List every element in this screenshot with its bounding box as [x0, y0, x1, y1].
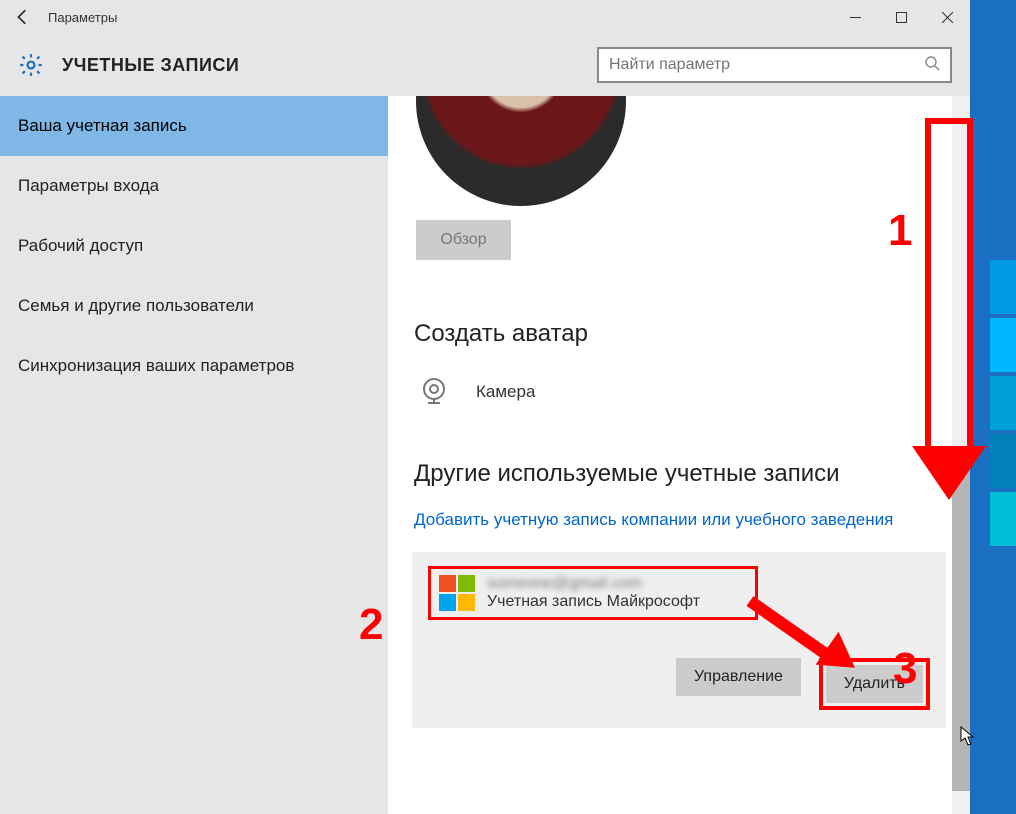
header-row: УЧЕТНЫЕ ЗАПИСИ	[0, 34, 970, 96]
maximize-icon	[896, 12, 907, 23]
minimize-icon	[850, 12, 861, 23]
scrollbar-track[interactable]	[952, 96, 970, 814]
browse-button[interactable]: Обзор	[416, 220, 511, 260]
annotation-number-3: 3	[893, 644, 917, 694]
camera-icon	[414, 372, 454, 412]
search-box[interactable]	[597, 47, 952, 83]
annotation-number-1: 1	[888, 206, 912, 256]
section-heading: УЧЕТНЫЕ ЗАПИСИ	[18, 52, 239, 78]
close-button[interactable]	[924, 0, 970, 34]
sidebar: Ваша учетная запись Параметры входа Рабо…	[0, 96, 388, 814]
desktop-tiles	[990, 260, 1016, 550]
camera-option[interactable]: Камера	[414, 372, 946, 412]
sidebar-item-label: Синхронизация ваших параметров	[18, 356, 294, 376]
account-type: Учетная запись Майкрософт	[487, 593, 700, 611]
gear-icon	[18, 52, 44, 78]
sidebar-item-work-access[interactable]: Рабочий доступ	[0, 216, 388, 276]
create-avatar-heading: Создать аватар	[414, 320, 946, 348]
camera-label: Камера	[476, 382, 535, 402]
add-account-link[interactable]: Добавить учетную запись компании или уче…	[414, 510, 893, 530]
window-controls	[832, 0, 970, 34]
account-email: someone@gmail.com	[487, 575, 700, 593]
avatar	[416, 96, 626, 206]
mouse-cursor-icon	[960, 726, 976, 751]
minimize-button[interactable]	[832, 0, 878, 34]
annotation-number-2: 2	[359, 600, 383, 650]
microsoft-logo-icon	[439, 575, 475, 611]
manage-button[interactable]: Управление	[676, 658, 801, 696]
sidebar-item-signin-options[interactable]: Параметры входа	[0, 156, 388, 216]
close-icon	[942, 12, 953, 23]
sidebar-item-family[interactable]: Семья и другие пользователи	[0, 276, 388, 336]
sidebar-item-label: Семья и другие пользователи	[18, 296, 254, 316]
account-entry[interactable]: someone@gmail.com Учетная запись Майкрос…	[428, 566, 758, 620]
back-arrow-icon	[14, 8, 32, 26]
sidebar-item-your-account[interactable]: Ваша учетная запись	[0, 96, 388, 156]
account-buttons: Управление Удалить	[428, 658, 930, 710]
sidebar-item-label: Параметры входа	[18, 176, 159, 196]
account-text: someone@gmail.com Учетная запись Майкрос…	[487, 575, 700, 611]
body: Ваша учетная запись Параметры входа Рабо…	[0, 96, 970, 814]
section-title: УЧЕТНЫЕ ЗАПИСИ	[62, 55, 239, 76]
back-button[interactable]	[0, 0, 46, 34]
other-accounts-heading: Другие используемые учетные записи	[414, 460, 946, 488]
window-title: Параметры	[48, 10, 117, 25]
content: Обзор Создать аватар Камера Другие испол…	[388, 96, 970, 814]
sidebar-item-label: Ваша учетная запись	[18, 116, 187, 136]
search-input[interactable]	[609, 56, 924, 74]
settings-window: Параметры УЧЕТНЫЕ ЗАПИСИ Ваша учетная за…	[0, 0, 970, 814]
titlebar: Параметры	[0, 0, 970, 34]
search-icon	[924, 55, 940, 76]
account-card: someone@gmail.com Учетная запись Майкрос…	[412, 552, 946, 728]
maximize-button[interactable]	[878, 0, 924, 34]
sidebar-item-sync[interactable]: Синхронизация ваших параметров	[0, 336, 388, 396]
sidebar-item-label: Рабочий доступ	[18, 236, 143, 256]
